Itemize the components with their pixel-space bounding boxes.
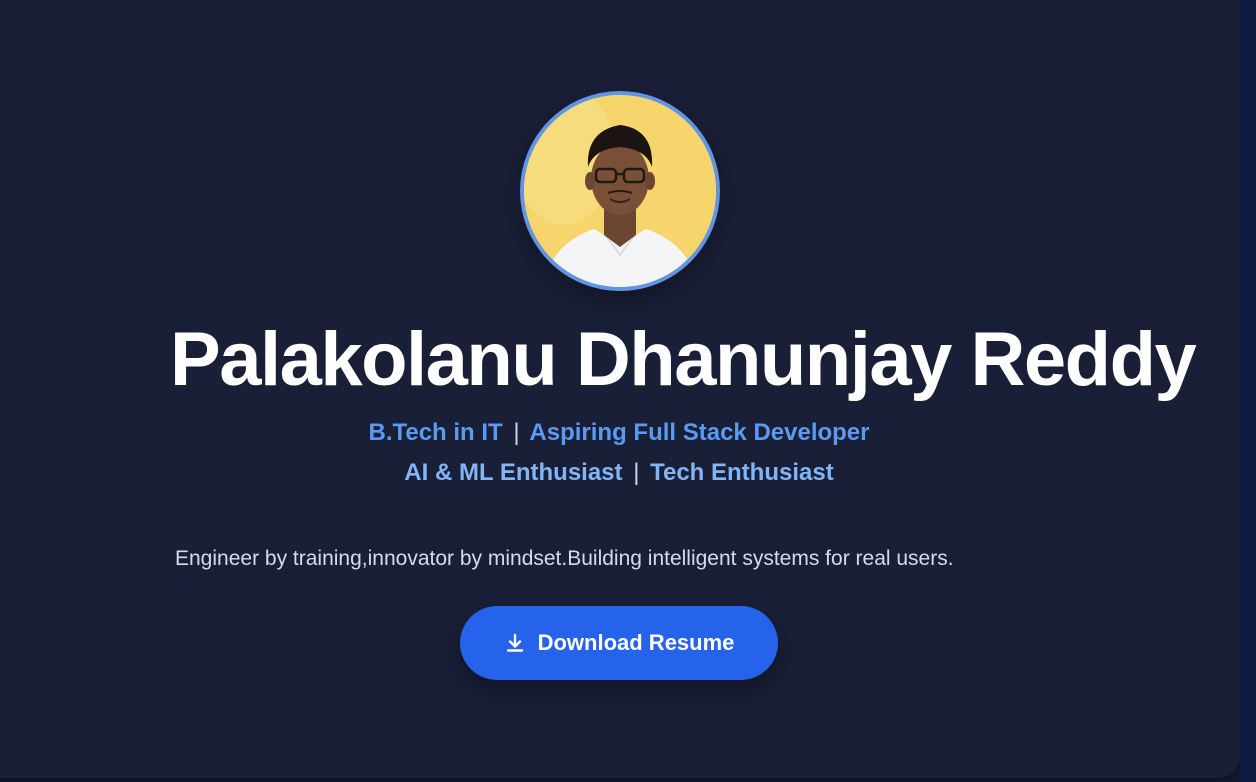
tagline-separator: |: [633, 459, 640, 486]
tagline-line-1: B.Tech in IT | Aspiring Full Stack Devel…: [0, 418, 1238, 448]
avatar: [520, 91, 720, 291]
page-title: Palakolanu Dhanunjay Reddy: [170, 317, 1197, 402]
tagline-separator: |: [513, 419, 520, 446]
tagline-degree: B.Tech in IT: [368, 419, 503, 446]
tagline-interest: AI & ML Enthusiast: [404, 459, 623, 486]
tagline-line-2: AI & ML Enthusiast | Tech Enthusiast: [0, 458, 1238, 488]
download-icon: [504, 632, 526, 654]
download-resume-label: Download Resume: [537, 630, 735, 655]
profile-photo: [524, 95, 716, 287]
tagline-role: Aspiring Full Stack Developer: [529, 419, 870, 446]
tagline-enthusiast: Tech Enthusiast: [650, 459, 834, 486]
bio-text: Engineer by training,innovator by mindse…: [175, 547, 954, 570]
download-resume-button[interactable]: Download Resume: [460, 606, 778, 680]
scrollbar-track[interactable]: [1240, 0, 1256, 782]
page: Palakolanu Dhanunjay Reddy B.Tech in IT …: [0, 0, 1256, 782]
